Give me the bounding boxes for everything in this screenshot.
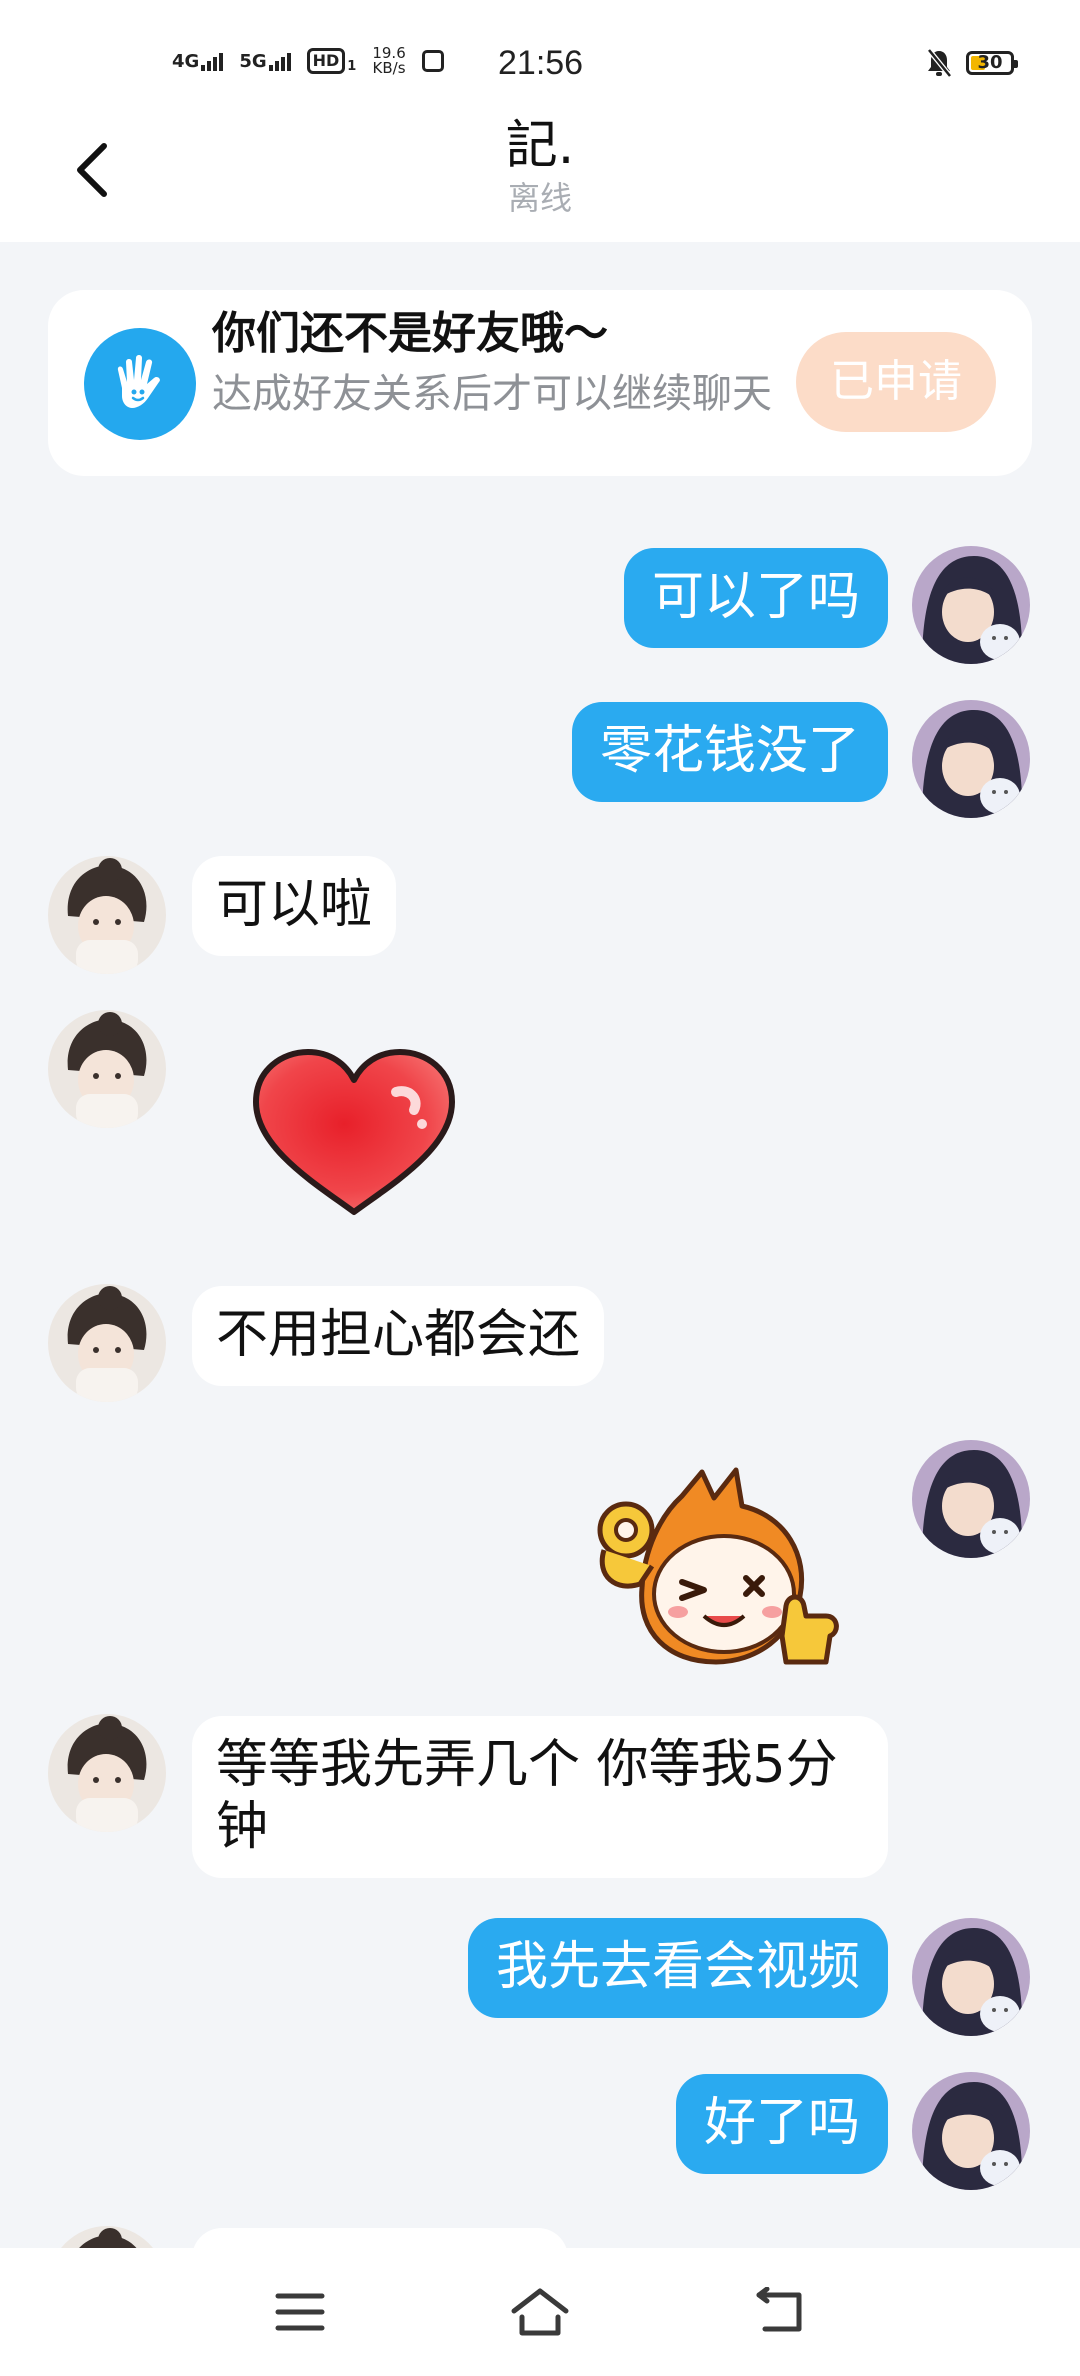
red-heart-sticker[interactable] (246, 1044, 462, 1228)
ok-thumbs-up-sticker[interactable] (586, 1466, 848, 1676)
top-bar: 4G 5G HD 1 19.6 KB/s 21:56 30 記. 离线 (0, 0, 1080, 242)
hd-voice-icon: HD 1 (306, 48, 356, 74)
status-icons-left: 4G 5G HD 1 19.6 KB/s (172, 46, 444, 76)
message-bubble-received[interactable]: 等等我先弄几个 你等我5分钟 (192, 1716, 888, 1878)
back-nav-button[interactable] (740, 2276, 820, 2348)
message-bubble-sent[interactable]: 我先去看会视频 (467, 1918, 888, 2018)
my-avatar[interactable] (912, 1440, 1030, 1558)
bell-muted-icon (927, 48, 952, 78)
signal-4g-icon: 4G (172, 51, 224, 71)
my-avatar[interactable] (912, 1918, 1030, 2036)
contact-avatar[interactable] (48, 856, 166, 974)
network-speed: 19.6 KB/s (372, 44, 406, 77)
my-avatar[interactable] (912, 546, 1030, 664)
contact-avatar[interactable] (48, 1284, 166, 1402)
message-bubble-received[interactable]: 可以啦 (192, 856, 397, 956)
online-status: 离线 (507, 179, 572, 217)
my-avatar[interactable] (912, 700, 1030, 818)
chat-title: 記. (505, 116, 575, 176)
not-friends-banner: 你们还不是好友哦～ 达成好友关系后才可以继续聊天 已申请 (48, 290, 1032, 476)
message-bubble-received[interactable]: 不用担心都会还 (192, 1286, 605, 1386)
waving-hand-icon (84, 328, 196, 440)
vpn-icon (421, 50, 444, 72)
message-bubble-sent[interactable]: 好了吗 (675, 2074, 888, 2174)
banner-description: 达成好友关系后才可以继续聊天 (212, 371, 772, 417)
banner-title: 你们还不是好友哦～ (212, 308, 608, 359)
message-bubble-sent[interactable]: 零花钱没了 (571, 702, 888, 802)
menu-button[interactable] (260, 2276, 340, 2348)
back-arrow-icon (756, 2287, 802, 2332)
status-time: 21:56 (498, 44, 584, 82)
menu-icon (275, 2293, 325, 2331)
status-icons-right: 30 (926, 48, 1018, 78)
chat-screen: 4G 5G HD 1 19.6 KB/s 21:56 30 記. 离线 你们还不… (0, 0, 1080, 2376)
contact-avatar[interactable] (48, 1010, 166, 1128)
my-avatar[interactable] (912, 2072, 1030, 2190)
signal-5g-icon: 5G (239, 51, 291, 71)
home-icon (511, 2288, 569, 2336)
applied-button[interactable]: 已申请 (796, 332, 996, 432)
battery-indicator: 30 (966, 51, 1018, 75)
home-button[interactable] (500, 2276, 580, 2348)
contact-avatar[interactable] (48, 1714, 166, 1832)
message-bubble-sent[interactable]: 可以了吗 (623, 548, 888, 648)
system-nav-bar (0, 2248, 1080, 2376)
